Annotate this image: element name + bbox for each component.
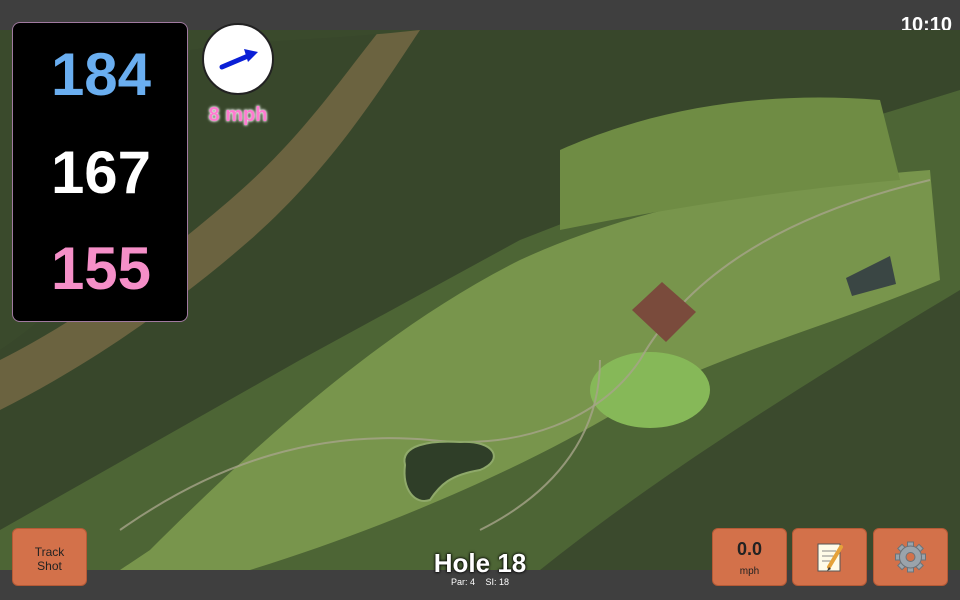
- gear-icon: [895, 541, 926, 573]
- par-label: Par: 4: [450, 577, 475, 587]
- track-shot-label-line1: Track: [34, 545, 65, 559]
- distance-front: 155: [50, 235, 152, 302]
- wind-speed-label: 8 mph: [208, 104, 268, 126]
- speed-value: 0.0: [736, 539, 763, 559]
- distance-panel: 184 167 155: [12, 22, 188, 322]
- track-shot-button[interactable]: Track Shot: [12, 528, 87, 586]
- hole-title: Hole 18: [433, 548, 527, 578]
- distance-middle: 167: [50, 139, 152, 206]
- settings-button[interactable]: [873, 528, 948, 586]
- hole-info: Par: 4 SI: 18: [380, 577, 580, 587]
- wind-indicator: [202, 23, 274, 95]
- notepad-icon: [817, 543, 843, 572]
- notes-button[interactable]: [792, 528, 867, 586]
- speed-unit: mph: [739, 566, 760, 577]
- stroke-index-label: SI: 18: [485, 577, 510, 587]
- wind-direction-arrow-icon: [219, 49, 258, 70]
- speed-button[interactable]: 0.0 mph: [712, 528, 787, 586]
- track-shot-label-line2: Shot: [37, 559, 62, 573]
- distance-back: 184: [50, 41, 152, 108]
